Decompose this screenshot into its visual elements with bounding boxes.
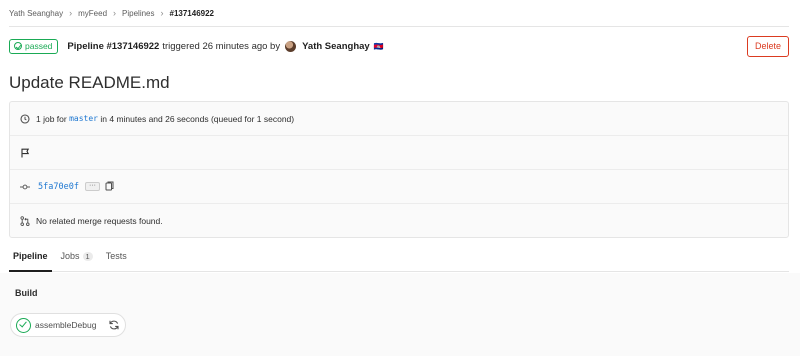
avatar[interactable]	[285, 40, 297, 52]
tab-jobs-label: Jobs	[60, 251, 80, 261]
clipboard-icon[interactable]	[105, 181, 114, 193]
info-row-merge-requests: No related merge requests found.	[10, 204, 788, 238]
author-flag: 🇰🇭	[373, 41, 384, 51]
pipeline-tabs: Pipeline Jobs 1 Tests	[9, 242, 789, 272]
tab-tests-label: Tests	[105, 251, 127, 261]
pipeline-summary: Pipeline #137146922 triggered 26 minutes…	[67, 40, 384, 52]
merge-requests-text: No related merge requests found.	[36, 216, 163, 226]
tab-pipeline[interactable]: Pipeline	[9, 241, 52, 272]
breadcrumb-separator: ›	[160, 8, 164, 18]
author-name[interactable]: Yath Seanghay	[302, 41, 370, 52]
commit-icon	[20, 182, 30, 192]
retry-icon[interactable]	[107, 318, 121, 332]
pipeline-graph: Build assembleDebug	[0, 273, 800, 356]
delete-button[interactable]: Delete	[746, 35, 789, 57]
clock-icon	[20, 113, 30, 124]
branch-link[interactable]: master	[69, 114, 98, 123]
breadcrumb: Yath Seanghay › myFeed › Pipelines › #13…	[9, 8, 214, 18]
info-row-flags	[10, 136, 788, 170]
tab-tests[interactable]: Tests	[102, 241, 131, 271]
jobs-count-badge: 1	[82, 251, 93, 261]
info-row-commit: 5fa70e0f ···	[10, 170, 788, 204]
job-count-text: 1 job for	[36, 113, 67, 124]
breadcrumb-pipeline-id[interactable]: #137146922	[170, 9, 215, 18]
check-circle-icon	[14, 42, 22, 50]
commit-sha-link[interactable]: 5fa70e0f	[38, 182, 79, 192]
header-divider	[9, 26, 789, 27]
pipeline-info-box: 1 job for master in 4 minutes and 26 sec…	[9, 101, 789, 238]
commit-message-toggle[interactable]: ···	[84, 182, 100, 191]
check-circle-icon	[16, 317, 31, 333]
flag-icon	[20, 148, 30, 158]
status-badge[interactable]: passed	[9, 38, 59, 54]
breadcrumb-project[interactable]: myFeed	[78, 9, 107, 18]
triggered-text: triggered 26 minutes ago by	[162, 40, 281, 52]
page-title: Update README.md	[9, 73, 170, 92]
merge-request-icon	[20, 216, 30, 226]
breadcrumb-separator: ›	[113, 8, 117, 18]
breadcrumb-separator: ›	[69, 8, 73, 18]
job-assemble-debug[interactable]: assembleDebug	[10, 313, 126, 337]
breadcrumb-pipelines[interactable]: Pipelines	[122, 9, 154, 18]
info-row-jobs: 1 job for master in 4 minutes and 26 sec…	[10, 102, 788, 136]
job-name: assembleDebug	[35, 320, 97, 330]
status-label: passed	[25, 41, 53, 51]
tab-pipeline-label: Pipeline	[13, 251, 48, 261]
breadcrumb-user[interactable]: Yath Seanghay	[9, 9, 63, 18]
stage-title: Build	[15, 288, 38, 298]
pipeline-header: passed Pipeline #137146922 triggered 26 …	[9, 35, 789, 57]
pipeline-id: Pipeline #137146922	[67, 40, 160, 52]
tab-jobs[interactable]: Jobs 1	[57, 241, 97, 271]
duration-text: in 4 minutes and 26 seconds (queued for …	[100, 113, 295, 124]
